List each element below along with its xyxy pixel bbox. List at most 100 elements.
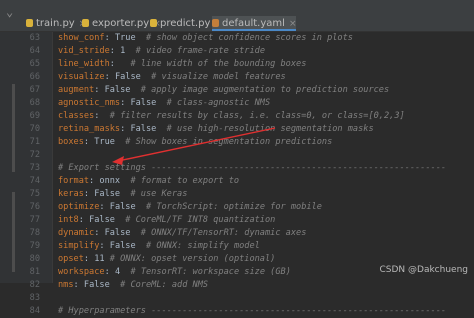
yaml-comment: # show object confidence scores in plots bbox=[135, 33, 353, 43]
yaml-comment: # CoreML/TF INT8 quantization bbox=[114, 215, 276, 225]
yaml-key: agnostic_nms bbox=[58, 98, 121, 108]
line-number: 68 bbox=[29, 98, 40, 108]
code-text: augment: False # apply image augmentatio… bbox=[58, 85, 390, 95]
yaml-key: dynamic bbox=[58, 228, 95, 238]
code-text: format: onnx # format to export to bbox=[58, 176, 240, 186]
yaml-key: format bbox=[58, 176, 90, 186]
yaml-comment: # TensorRT: workspace size (GB) bbox=[120, 267, 291, 277]
chevron-down-icon[interactable]: ⌄ bbox=[6, 6, 13, 18]
yaml-value: False bbox=[89, 189, 121, 199]
code-line[interactable]: 74 format: onnx # format to export to bbox=[30, 175, 474, 188]
code-line[interactable]: 71 boxes: True # Show boxes in segmentati… bbox=[30, 136, 474, 149]
yaml-key: boxes bbox=[58, 137, 84, 147]
code-text: show_conf: True # show object confidence… bbox=[58, 33, 353, 43]
yaml-key: vid_stride bbox=[58, 46, 110, 56]
yaml-comment: # CoreML: add NMS bbox=[109, 280, 209, 290]
line-number: 64 bbox=[29, 46, 40, 56]
line-number: 72 bbox=[29, 150, 40, 160]
line-number: 73 bbox=[29, 163, 40, 173]
line-number: 69 bbox=[29, 111, 40, 121]
code-line[interactable]: 75 keras: False # use Keras bbox=[30, 188, 474, 201]
yaml-comment: # class-agnostic NMS bbox=[156, 98, 271, 108]
code-line[interactable]: 68 agnostic_nms: False # class-agnostic N… bbox=[30, 97, 474, 110]
code-text: boxes: True # Show boxes in segmentation… bbox=[58, 137, 333, 147]
yaml-comment: # Export settings ----------------------… bbox=[58, 163, 447, 173]
code-text: int8: False # CoreML/TF INT8 quantizatio… bbox=[58, 215, 276, 225]
code-line[interactable]: 72 bbox=[30, 149, 474, 162]
code-line[interactable]: 78 dynamic: False # ONNX/TF/TensorRT: dyn… bbox=[30, 227, 474, 240]
yaml-key: visualize bbox=[58, 72, 105, 82]
yaml-key: show_conf bbox=[58, 33, 105, 43]
line-number: 83 bbox=[29, 293, 40, 303]
line-number: 70 bbox=[29, 124, 40, 134]
tab-exporter-py[interactable]: exporter.py× bbox=[82, 16, 161, 31]
code-text: workspace: 4 # TensorRT: workspace size … bbox=[58, 267, 291, 277]
code-line[interactable]: 83 bbox=[30, 292, 474, 305]
code-line[interactable]: 84 # Hyperparameters --------------------… bbox=[30, 305, 474, 318]
code-editor[interactable]: 63 show_conf: True # show object confiden… bbox=[30, 32, 474, 316]
code-line[interactable]: 67 augment: False # apply image augmentat… bbox=[30, 84, 474, 97]
yaml-key: augment bbox=[58, 85, 95, 95]
code-text: opset: 11 # ONNX: opset version (optiona… bbox=[58, 254, 276, 264]
code-text: # Hyperparameters ----------------------… bbox=[58, 305, 446, 318]
line-number: 67 bbox=[29, 85, 40, 95]
editor-tab-bar: ⌄ train.py× exporter.py× predict.py × def… bbox=[0, 0, 474, 32]
yaml-value: False bbox=[99, 228, 131, 238]
yaml-comment: # use high-resolution segmentation masks bbox=[156, 124, 374, 134]
yaml-comment: # video frame-rate stride bbox=[125, 46, 265, 56]
code-line[interactable]: 65 line_width: # line width of the boundi… bbox=[30, 58, 474, 71]
yaml-key: workspace bbox=[58, 267, 105, 277]
yaml-value: False bbox=[125, 124, 157, 134]
code-line[interactable]: 73 # Export settings --------------------… bbox=[30, 162, 474, 175]
code-line[interactable]: 66 visualize: False # visualize model fea… bbox=[30, 71, 474, 84]
code-line[interactable]: 76 optimize: False # TorchScript: optimiz… bbox=[30, 201, 474, 214]
code-line[interactable]: 69 classes: # filter results by class, i.… bbox=[30, 110, 474, 123]
tab-default-yaml[interactable]: default.yaml × bbox=[212, 16, 297, 31]
yaml-comment: # ONNX: simplify model bbox=[135, 241, 260, 251]
yaml-value: False bbox=[125, 98, 157, 108]
line-number: 63 bbox=[29, 33, 40, 43]
yaml-value: False bbox=[99, 85, 131, 95]
yaml-value: False bbox=[78, 280, 110, 290]
code-text: agnostic_nms: False # class-agnostic NMS bbox=[58, 98, 271, 108]
yaml-comment: # use Keras bbox=[120, 189, 188, 199]
code-text: visualize: False # visualize model featu… bbox=[58, 72, 286, 82]
yaml-value: False bbox=[104, 241, 136, 251]
close-icon[interactable]: × bbox=[289, 19, 297, 29]
watermark: CSDN @Dakchueng bbox=[379, 265, 469, 275]
code-line[interactable]: 77 int8: False # CoreML/TF INT8 quantizat… bbox=[30, 214, 474, 227]
line-number: 76 bbox=[29, 202, 40, 212]
code-text: simplify: False # ONNX: simplify model bbox=[58, 241, 260, 251]
code-text: vid_stride: 1 # video frame-rate stride bbox=[58, 46, 265, 56]
yaml-key: classes bbox=[58, 111, 95, 121]
code-line[interactable]: 82 nms: False # CoreML: add NMS bbox=[30, 279, 474, 292]
code-text: dynamic: False # ONNX/TF/TensorRT: dynam… bbox=[58, 228, 307, 238]
code-text: keras: False # use Keras bbox=[58, 189, 188, 199]
line-number: 77 bbox=[29, 215, 40, 225]
yaml-comment: # TorchScript: optimize for mobile bbox=[135, 202, 322, 212]
yaml-comment: # Show boxes in segmentation predictions bbox=[114, 137, 333, 147]
line-number: 71 bbox=[29, 137, 40, 147]
yaml-value: True bbox=[109, 33, 136, 43]
yaml-comment: # visualize model features bbox=[140, 72, 286, 82]
yaml-value: False bbox=[83, 215, 115, 225]
code-line[interactable]: 64 vid_stride: 1 # video frame-rate strid… bbox=[30, 45, 474, 58]
code-line[interactable]: 63 show_conf: True # show object confiden… bbox=[30, 32, 474, 45]
line-number: 65 bbox=[29, 59, 40, 69]
line-number: 82 bbox=[29, 280, 40, 290]
tab-label: exporter.py bbox=[92, 18, 150, 29]
yaml-value: 11 bbox=[89, 254, 105, 264]
yaml-key: optimize bbox=[58, 202, 100, 212]
line-number: 80 bbox=[29, 254, 40, 264]
yaml-comment: # format to export to bbox=[120, 176, 240, 186]
tab-train-py[interactable]: train.py× bbox=[26, 16, 86, 31]
code-text: line_width: # line width of the bounding… bbox=[58, 59, 307, 69]
yaml-file-icon bbox=[212, 19, 219, 27]
tab-label: train.py bbox=[36, 18, 75, 29]
code-line[interactable]: 70 retina_masks: False # use high-resolut… bbox=[30, 123, 474, 136]
yaml-value: False bbox=[104, 202, 136, 212]
python-file-icon bbox=[26, 19, 33, 27]
yaml-comment: # ONNX/TF/TensorRT: dynamic axes bbox=[130, 228, 307, 238]
yaml-value: True bbox=[89, 137, 115, 147]
code-line[interactable]: 79 simplify: False # ONNX: simplify model bbox=[30, 240, 474, 253]
